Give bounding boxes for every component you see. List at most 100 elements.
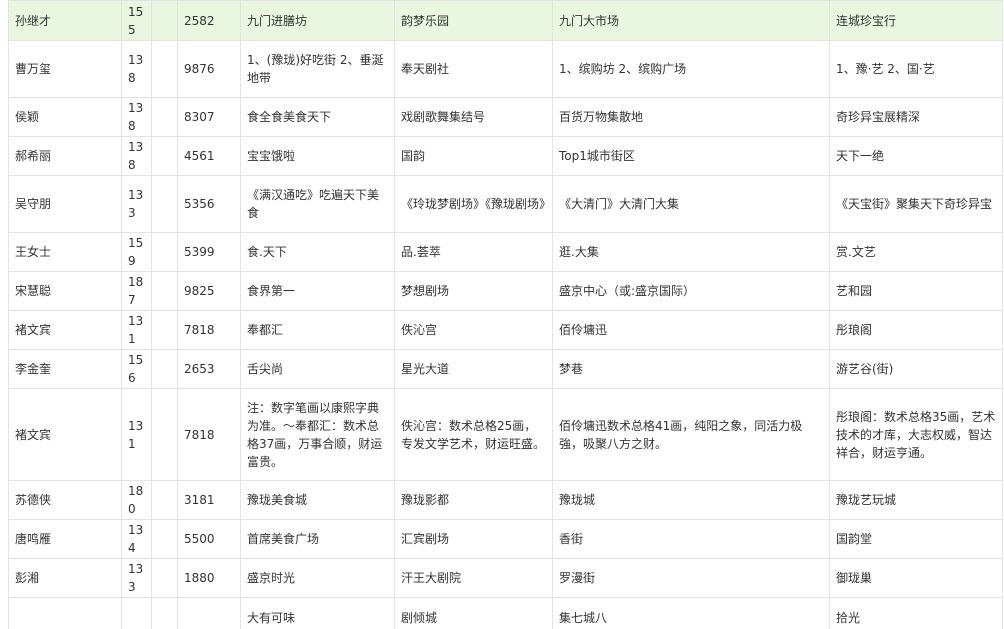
cell-treasure-name: 游艺谷(街) <box>829 349 1003 389</box>
table-row: 王女士 159 5399 食.天下 品.荟萃 逛.大集 赏.文艺 <box>8 232 1003 272</box>
cell-phone-prefix: 156 <box>121 349 152 389</box>
cell-theater-name: 韵梦乐园 <box>394 0 553 41</box>
cell-phone-prefix <box>121 597 152 629</box>
cell-phone-prefix: 131 <box>121 388 152 481</box>
cell-food-name: 九门进膳坊 <box>240 0 395 41</box>
table-row: 侯颖 138 8307 食全食美食天下 戏剧歌舞集结号 百货万物集散地 奇珍异宝展精深 <box>8 97 1003 137</box>
cell-theater-name: 梦想剧场 <box>394 271 553 311</box>
cell-name: 褚文宾 <box>8 388 122 481</box>
cell-phone-suffix: 9876 <box>177 40 241 98</box>
cell-phone-suffix: 9825 <box>177 271 241 311</box>
cell-phone-redaction <box>151 136 178 176</box>
cell-treasure-name: 拾光 <box>829 597 1003 629</box>
cell-name: 郝希丽 <box>8 136 122 176</box>
cell-phone-redaction <box>151 519 178 559</box>
cell-food-name: 《满汉通吃》吃遍天下美食 <box>240 175 395 233</box>
cell-name: 苏德侠 <box>8 480 122 520</box>
cell-food-name: 首席美食广场 <box>240 519 395 559</box>
cell-phone-prefix: 138 <box>121 136 152 176</box>
cell-treasure-name: 赏.文艺 <box>829 232 1003 272</box>
cell-phone-redaction <box>151 175 178 233</box>
cell-phone-suffix: 2582 <box>177 0 241 41</box>
cell-food-name: 食界第一 <box>240 271 395 311</box>
cell-market-name: 香街 <box>552 519 830 559</box>
cell-food-name: 1、(豫珑)好吃街 2、垂涎地带 <box>240 40 395 98</box>
cell-phone-redaction <box>151 97 178 137</box>
cell-food-name: 食.天下 <box>240 232 395 272</box>
table-row: 大有可味 剧倾城 集七城八 拾光 <box>8 597 1003 629</box>
cell-market-name: 佰伶墉迅 <box>552 310 830 350</box>
cell-theater-name: 国韵 <box>394 136 553 176</box>
cell-theater-name: 豫珑影都 <box>394 480 553 520</box>
cell-name <box>8 597 122 629</box>
table-row: 彭湘 133 1880 盛京时光 汗王大剧院 罗漫街 御珑巢 <box>8 558 1003 598</box>
cell-name: 李金奎 <box>8 349 122 389</box>
cell-food-name: 大有可味 <box>240 597 395 629</box>
cell-treasure-name: 豫珑艺玩城 <box>829 480 1003 520</box>
cell-food-name: 奉都汇 <box>240 310 395 350</box>
cell-phone-suffix: 1880 <box>177 558 241 598</box>
cell-theater-name: 汇宾剧场 <box>394 519 553 559</box>
cell-market-name: Top1城市街区 <box>552 136 830 176</box>
cell-theater-name: 佚沁宫：数术总格25画，专发文学艺术，财运旺盛。 <box>394 388 553 481</box>
cell-treasure-name: 《天宝街》聚集天下奇珍异宝 <box>829 175 1003 233</box>
table-row: 郝希丽 138 4561 宝宝饿啦 国韵 Top1城市街区 天下一绝 <box>8 136 1003 176</box>
table-row: 褚文宾 131 7818 奉都汇 佚沁宫 佰伶墉迅 彤琅阁 <box>8 310 1003 350</box>
cell-phone-suffix: 4561 <box>177 136 241 176</box>
table-row: 褚文宾 131 7818 注：数字笔画以康熙字典为准。～奉都汇：数术总格37画，万事合… <box>8 388 1003 481</box>
cell-phone-redaction <box>151 480 178 520</box>
cell-market-name: 九门大市场 <box>552 0 830 41</box>
cell-name: 吴守朋 <box>8 175 122 233</box>
cell-market-name: 罗漫街 <box>552 558 830 598</box>
cell-phone-prefix: 180 <box>121 480 152 520</box>
cell-phone-suffix: 2653 <box>177 349 241 389</box>
entries-table: 孙继才 155 2582 九门进膳坊 韵梦乐园 九门大市场 连城珍宝行 曹万玺 138 9876 1… <box>8 0 1003 629</box>
table-row: 李金奎 156 2653 舌尖尚 星光大道 梦巷 游艺谷(街) <box>8 349 1003 389</box>
cell-name: 王女士 <box>8 232 122 272</box>
cell-phone-prefix: 131 <box>121 310 152 350</box>
cell-food-name: 食全食美食天下 <box>240 97 395 137</box>
table-body: 孙继才 155 2582 九门进膳坊 韵梦乐园 九门大市场 连城珍宝行 曹万玺 138 9876 1… <box>8 0 1003 629</box>
cell-phone-suffix: 3181 <box>177 480 241 520</box>
cell-phone-prefix: 138 <box>121 97 152 137</box>
cell-food-name: 舌尖尚 <box>240 349 395 389</box>
cell-phone-suffix: 5500 <box>177 519 241 559</box>
cell-phone-redaction <box>151 271 178 311</box>
cell-market-name: 百货万物集散地 <box>552 97 830 137</box>
cell-theater-name: 星光大道 <box>394 349 553 389</box>
cell-phone-suffix: 8307 <box>177 97 241 137</box>
cell-food-name: 注：数字笔画以康熙字典为准。～奉都汇：数术总格37画，万事合顺，财运富贵。 <box>240 388 395 481</box>
cell-treasure-name: 国韵堂 <box>829 519 1003 559</box>
cell-treasure-name: 彤琅阁 <box>829 310 1003 350</box>
table-row: 宋慧聪 187 9825 食界第一 梦想剧场 盛京中心（或:盛京国际） 艺和园 <box>8 271 1003 311</box>
cell-theater-name: 戏剧歌舞集结号 <box>394 97 553 137</box>
cell-phone-suffix: 7818 <box>177 310 241 350</box>
cell-market-name: 《大清门》大清门大集 <box>552 175 830 233</box>
cell-phone-redaction <box>151 388 178 481</box>
cell-phone-prefix: 134 <box>121 519 152 559</box>
cell-market-name: 梦巷 <box>552 349 830 389</box>
cell-phone-redaction <box>151 232 178 272</box>
cell-name: 唐鸣雁 <box>8 519 122 559</box>
cell-theater-name: 品.荟萃 <box>394 232 553 272</box>
cell-market-name: 佰伶墉迅数术总格41画，纯阳之象，同活力极強，吸聚八方之财。 <box>552 388 830 481</box>
cell-phone-prefix: 133 <box>121 558 152 598</box>
table-row: 吴守朋 133 5356 《满汉通吃》吃遍天下美食 《玲珑梦剧场》《豫珑剧场》 《大清门》… <box>8 175 1003 233</box>
table-row: 唐鸣雁 134 5500 首席美食广场 汇宾剧场 香街 国韵堂 <box>8 519 1003 559</box>
cell-name: 孙继才 <box>8 0 122 41</box>
cell-phone-suffix: 5399 <box>177 232 241 272</box>
cell-phone-suffix <box>177 597 241 629</box>
cell-market-name: 逛.大集 <box>552 232 830 272</box>
cell-name: 曹万玺 <box>8 40 122 98</box>
cell-treasure-name: 奇珍异宝展精深 <box>829 97 1003 137</box>
cell-phone-redaction <box>151 349 178 389</box>
cell-phone-prefix: 187 <box>121 271 152 311</box>
table-row: 曹万玺 138 9876 1、(豫珑)好吃街 2、垂涎地带 奉天剧社 1、缤购坊 2、缤购… <box>8 40 1003 98</box>
cell-phone-prefix: 159 <box>121 232 152 272</box>
cell-food-name: 盛京时光 <box>240 558 395 598</box>
table-row: 苏德侠 180 3181 豫珑美食城 豫珑影都 豫珑城 豫珑艺玩城 <box>8 480 1003 520</box>
cell-theater-name: 《玲珑梦剧场》《豫珑剧场》 <box>394 175 553 233</box>
cell-phone-redaction <box>151 40 178 98</box>
cell-theater-name: 佚沁宫 <box>394 310 553 350</box>
cell-market-name: 集七城八 <box>552 597 830 629</box>
